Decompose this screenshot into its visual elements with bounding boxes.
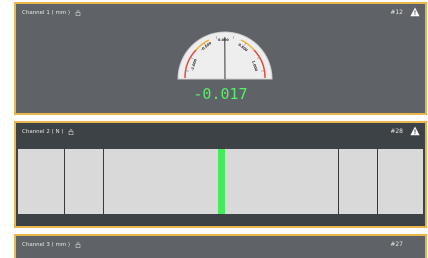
gauge-tick-label: 0.000 [218,38,229,42]
lock-icon[interactable] [75,242,81,249]
channel-2-bar-graph [18,149,423,214]
channel-2-header: Channel 2 ( N ) #28 [16,123,425,141]
channel-1-header: Channel 1 ( mm ) #12 [16,4,425,22]
channel-1-panel[interactable]: Channel 1 ( mm ) #12 -1.000 -0.500 0.000… [14,2,427,115]
channel-3-label: Channel 3 ( mm ) [22,242,71,248]
warning-icon[interactable] [410,126,420,136]
channel-1-reading: -0.017 [193,85,248,103]
channel-1-label: Channel 1 ( mm ) [22,10,71,16]
channel-1-number: #12 [390,9,403,16]
bar-divider [377,149,378,214]
channel-3-number: #27 [390,241,403,248]
channel-3-header: Channel 3 ( mm ) #27 [16,236,425,254]
channel-2-number: #28 [390,128,403,135]
channel-2-label: Channel 2 ( N ) [22,129,64,135]
analog-gauge: -1.000 -0.500 0.000 0.500 1.000 [176,21,274,81]
channel-3-panel[interactable]: Channel 3 ( mm ) #27 [14,234,427,258]
bar-divider [338,149,339,214]
bar-indicator [217,149,225,214]
warning-icon[interactable] [410,7,420,17]
bar-divider [64,149,65,214]
channel-2-panel[interactable]: Channel 2 ( N ) #28 [14,121,427,228]
bar-divider [103,149,104,214]
lock-icon[interactable] [75,10,81,17]
lock-icon[interactable] [68,129,74,136]
